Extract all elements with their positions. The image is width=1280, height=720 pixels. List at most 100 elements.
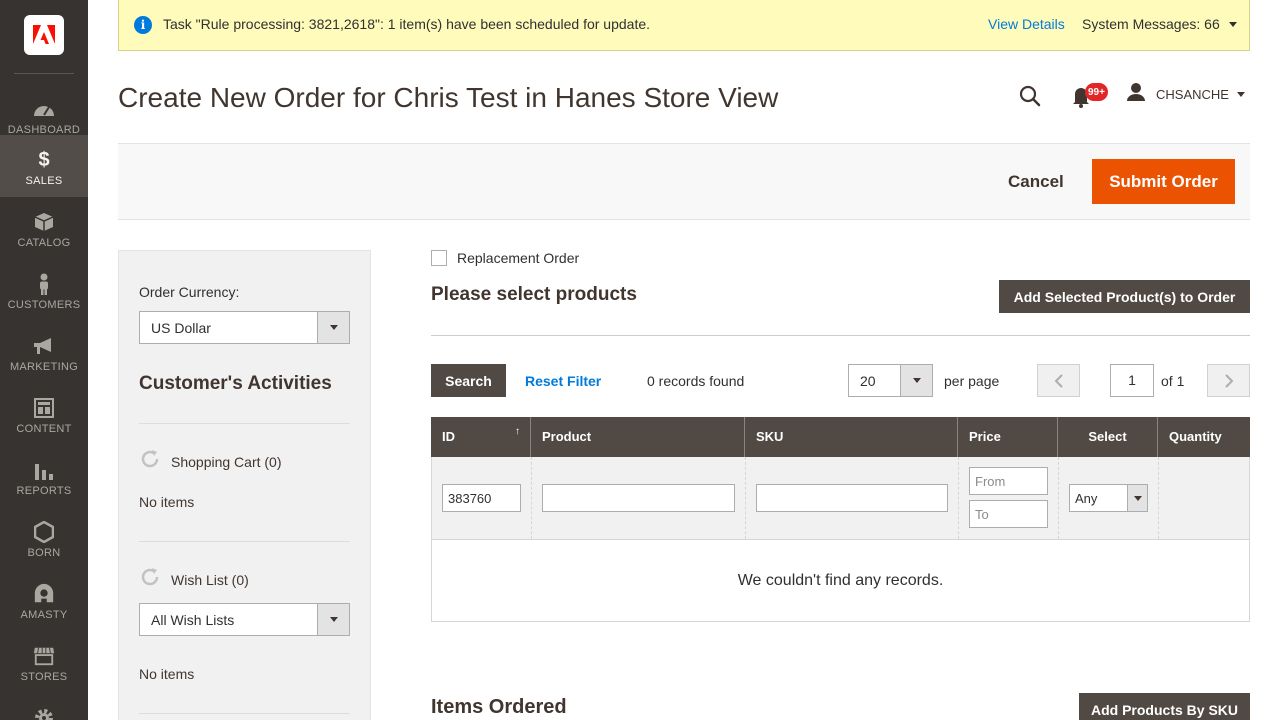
previous-page-button[interactable] xyxy=(1037,364,1080,397)
page-of-text: of 1 xyxy=(1161,373,1185,389)
order-currency-select[interactable]: US Dollar xyxy=(139,311,350,344)
gear-icon xyxy=(33,707,55,720)
column-header-price[interactable]: Price xyxy=(958,417,1058,457)
page-actions-bar: Cancel Submit Order xyxy=(118,143,1250,220)
filter-sku-input[interactable] xyxy=(756,484,948,512)
wish-list-section-toggle[interactable]: Wish List (0) xyxy=(139,566,249,593)
store-icon xyxy=(33,645,55,667)
column-header-quantity[interactable]: Quantity xyxy=(1158,417,1250,457)
system-message-text: Task "Rule processing: 3821,2618": 1 ite… xyxy=(163,16,651,32)
per-page-select[interactable]: 20 xyxy=(848,364,933,397)
sidebar-item-born[interactable]: BORN xyxy=(0,507,88,569)
filter-select-value: Any xyxy=(1075,491,1098,506)
select-toggle xyxy=(900,365,932,396)
filter-product-input[interactable] xyxy=(542,484,735,512)
filter-id-input[interactable]: 383760 xyxy=(442,484,521,512)
search-icon[interactable] xyxy=(1018,84,1042,108)
divider xyxy=(431,335,1250,336)
filter-cell-quantity xyxy=(1159,457,1249,539)
chevron-down-icon[interactable] xyxy=(1229,22,1237,27)
sidebar-item-marketing[interactable]: MARKETING xyxy=(0,321,88,383)
bar-chart-icon xyxy=(33,459,55,481)
chevron-down-icon xyxy=(1133,495,1142,501)
select-products-title: Please select products xyxy=(431,284,637,305)
sidebar-item-catalog[interactable]: CATALOG xyxy=(0,197,88,259)
user-name: CHSANCHE xyxy=(1156,86,1229,102)
sidebar-item-sales[interactable]: $ SALES xyxy=(0,135,88,197)
order-currency-value: US Dollar xyxy=(151,320,211,336)
next-page-button[interactable] xyxy=(1207,364,1250,397)
filter-cell-sku xyxy=(746,457,959,539)
dollar-icon: $ xyxy=(38,148,50,171)
user-account-menu[interactable]: CHSANCHE xyxy=(1126,82,1245,104)
wish-list-empty-text: No items xyxy=(139,666,195,682)
sort-ascending-icon: ↑ xyxy=(515,426,520,437)
products-grid: ID ↑ Product SKU Price Select Quantity 3… xyxy=(431,417,1250,622)
column-header-sku[interactable]: SKU xyxy=(745,417,958,457)
filter-cell-product xyxy=(532,457,746,539)
sidebar-item-system[interactable] xyxy=(0,693,88,720)
chevron-left-icon xyxy=(1054,373,1063,388)
sidebar-item-reports[interactable]: REPORTS xyxy=(0,445,88,507)
shopping-cart-label: Shopping Cart (0) xyxy=(171,453,282,470)
notifications-badge[interactable]: 99+ xyxy=(1085,83,1108,101)
chevron-down-icon xyxy=(329,325,338,330)
select-toggle xyxy=(1127,485,1147,511)
sidebar-item-label: MARKETING xyxy=(9,361,79,373)
customer-person-icon xyxy=(33,273,55,295)
current-page-input[interactable]: 1 xyxy=(1110,364,1154,397)
divider xyxy=(139,423,350,424)
column-header-select[interactable]: Select xyxy=(1058,417,1158,457)
column-header-product[interactable]: Product xyxy=(531,417,745,457)
reset-filter-link[interactable]: Reset Filter xyxy=(525,373,601,389)
add-products-by-sku-button[interactable]: Add Products By SKU xyxy=(1079,693,1250,720)
records-found-text: 0 records found xyxy=(647,373,745,389)
add-selected-products-button[interactable]: Add Selected Product(s) to Order xyxy=(999,280,1250,313)
amasty-icon xyxy=(33,583,55,605)
shopping-cart-empty-text: No items xyxy=(139,494,195,510)
cancel-button[interactable]: Cancel xyxy=(1008,172,1064,192)
column-header-label: SKU xyxy=(756,429,784,444)
page-title: Create New Order for Chris Test in Hanes… xyxy=(118,82,779,113)
chevron-down-icon xyxy=(1236,91,1245,97)
filter-price-to-input[interactable]: To xyxy=(969,500,1048,528)
adobe-logo-icon[interactable] xyxy=(24,15,64,55)
items-ordered-title: Items Ordered xyxy=(431,696,567,718)
system-messages-toggle[interactable]: System Messages: 66 xyxy=(1082,16,1220,32)
replacement-order-label[interactable]: Replacement Order xyxy=(457,250,579,266)
refresh-icon xyxy=(139,448,161,475)
sidebar-item-label: STORES xyxy=(20,671,68,683)
chevron-down-icon xyxy=(912,378,921,383)
chevron-right-icon xyxy=(1224,373,1233,388)
search-button[interactable]: Search xyxy=(431,364,506,397)
filter-cell-select: Any xyxy=(1059,457,1159,539)
column-header-id[interactable]: ID ↑ xyxy=(431,417,531,457)
filter-cell-id: 383760 xyxy=(432,457,532,539)
per-page-label: per page xyxy=(944,373,1000,389)
sidebar-item-label: SALES xyxy=(25,175,63,187)
sidebar-item-amasty[interactable]: AMASTY xyxy=(0,569,88,631)
select-toggle xyxy=(317,604,349,635)
sidebar-item-label: CUSTOMERS xyxy=(7,299,81,311)
column-header-label: Product xyxy=(542,429,592,444)
grid-filter-row: 383760 From To Any xyxy=(431,457,1250,539)
wish-list-select[interactable]: All Wish Lists xyxy=(139,603,350,636)
shopping-cart-section-toggle[interactable]: Shopping Cart (0) xyxy=(139,448,282,475)
column-header-label: ID xyxy=(442,429,455,444)
filter-select-dropdown[interactable]: Any xyxy=(1069,484,1148,512)
view-details-link[interactable]: View Details xyxy=(988,16,1065,32)
sidebar-item-label: CATALOG xyxy=(17,237,71,249)
column-header-label: Select xyxy=(1088,429,1127,444)
sidebar-item-content[interactable]: CONTENT xyxy=(0,383,88,445)
dashboard-icon xyxy=(33,98,55,120)
replacement-order-checkbox[interactable] xyxy=(431,250,447,266)
sidebar-item-label: REPORTS xyxy=(16,485,72,497)
submit-order-button[interactable]: Submit Order xyxy=(1092,159,1235,204)
per-page-value: 20 xyxy=(860,373,876,389)
sidebar-item-customers[interactable]: CUSTOMERS xyxy=(0,259,88,321)
grid-empty-message: We couldn't find any records. xyxy=(431,539,1250,622)
sidebar-item-stores[interactable]: STORES xyxy=(0,631,88,693)
sidebar-item-label: BORN xyxy=(27,547,61,559)
system-message-bar: i Task "Rule processing: 3821,2618": 1 i… xyxy=(118,0,1250,51)
filter-price-from-input[interactable]: From xyxy=(969,467,1048,495)
